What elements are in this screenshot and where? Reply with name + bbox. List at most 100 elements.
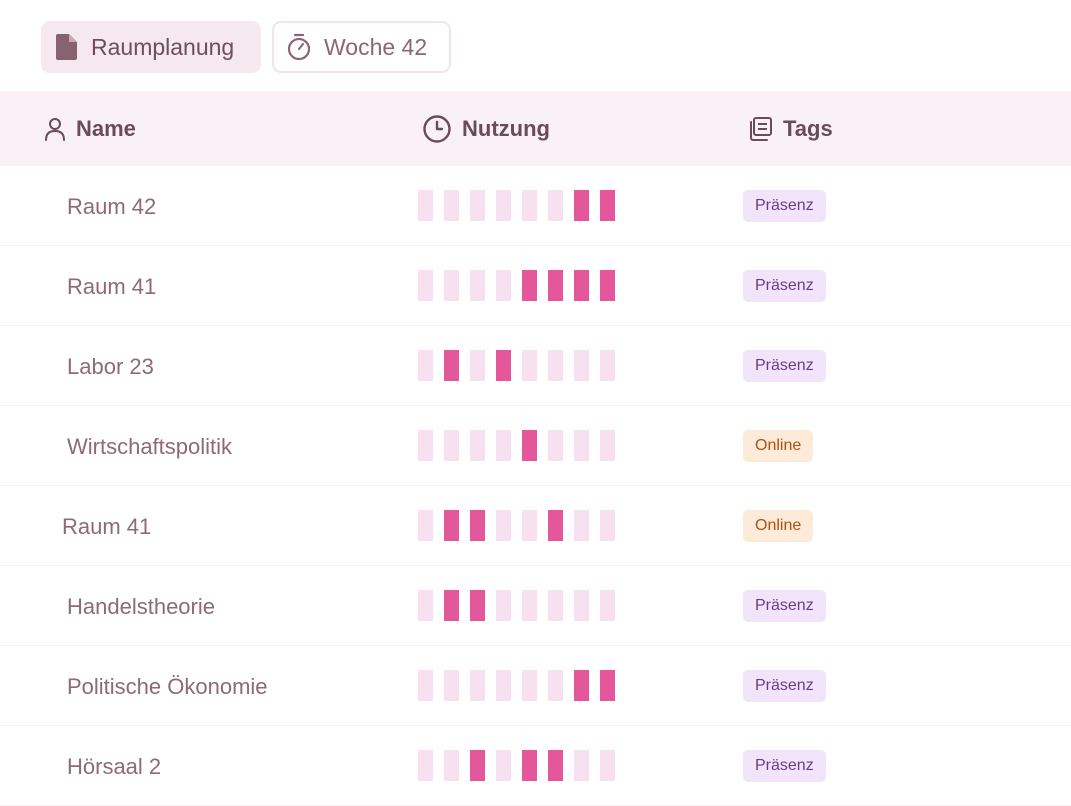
week-chip[interactable]: Woche 42: [272, 21, 451, 73]
row-name: Politische Ökonomie: [67, 674, 268, 699]
table-row[interactable]: Raum 42 Präsenz: [0, 166, 1071, 246]
usage-bars: [418, 750, 615, 781]
usage-slot-inactive: [522, 510, 537, 541]
usage-slot-inactive: [522, 350, 537, 381]
usage-bars: [418, 270, 615, 301]
usage-slot-inactive: [418, 430, 433, 461]
usage-slot-active: [522, 270, 537, 301]
usage-slot-inactive: [574, 510, 589, 541]
usage-slot-active: [470, 750, 485, 781]
tag-badge[interactable]: Online: [743, 430, 814, 462]
document-icon: [55, 33, 79, 61]
usage-slot-active: [444, 350, 459, 381]
tag-badge[interactable]: Präsenz: [743, 190, 826, 222]
usage-slot-active: [600, 270, 615, 301]
table-header: Name Nutzung Tags: [0, 91, 1071, 166]
tags-icon: [747, 116, 773, 142]
usage-slot-inactive: [418, 670, 433, 701]
toolbar: Raumplanung Woche 42: [41, 21, 451, 73]
usage-slot-inactive: [548, 190, 563, 221]
table-row[interactable]: Hörsaal 2 Präsenz: [0, 726, 1071, 806]
usage-slot-inactive: [574, 590, 589, 621]
usage-slot-inactive: [496, 590, 511, 621]
usage-slot-active: [496, 350, 511, 381]
table-row[interactable]: Wirtschaftspolitik Online: [0, 406, 1071, 486]
usage-slot-inactive: [444, 270, 459, 301]
row-name: Raum 41: [62, 514, 152, 539]
usage-slot-inactive: [600, 430, 615, 461]
row-name: Raum 42: [67, 194, 157, 219]
column-header-tags-label: Tags: [783, 115, 833, 141]
table-row[interactable]: Handelstheorie Präsenz: [0, 566, 1071, 646]
row-name: Handelstheorie: [67, 594, 215, 619]
usage-slot-inactive: [418, 750, 433, 781]
usage-slot-inactive: [574, 750, 589, 781]
usage-slot-inactive: [418, 190, 433, 221]
page: Raumplanung Woche 42 Name Nutzung Tags R…: [0, 0, 1071, 806]
row-name: Wirtschaftspolitik: [67, 434, 233, 459]
usage-slot-inactive: [496, 750, 511, 781]
usage-slot-inactive: [444, 750, 459, 781]
tag-badge[interactable]: Online: [743, 510, 814, 542]
usage-slot-inactive: [600, 750, 615, 781]
usage-slot-inactive: [574, 350, 589, 381]
clock-icon: [422, 114, 452, 144]
usage-slot-inactive: [548, 430, 563, 461]
usage-slot-inactive: [600, 510, 615, 541]
table-body: Raum 42 Präsenz Raum 41 Präsenz Labor 23…: [0, 166, 1071, 806]
usage-slot-inactive: [470, 190, 485, 221]
usage-slot-inactive: [418, 270, 433, 301]
stopwatch-icon: [286, 33, 312, 61]
usage-slot-active: [574, 270, 589, 301]
usage-slot-active: [574, 190, 589, 221]
column-header-name[interactable]: Name: [44, 91, 136, 166]
usage-slot-active: [548, 750, 563, 781]
usage-slot-inactive: [522, 670, 537, 701]
usage-bars: [418, 350, 615, 381]
usage-slot-inactive: [496, 510, 511, 541]
usage-slot-inactive: [470, 270, 485, 301]
usage-slot-inactive: [444, 430, 459, 461]
document-chip[interactable]: Raumplanung: [41, 21, 261, 73]
column-header-name-label: Name: [76, 115, 136, 141]
usage-bars: [418, 670, 615, 701]
usage-slot-active: [522, 750, 537, 781]
usage-slot-active: [444, 510, 459, 541]
table-row[interactable]: Raum 41 Online: [0, 486, 1071, 566]
column-header-usage-label: Nutzung: [462, 115, 550, 141]
usage-slot-inactive: [418, 350, 433, 381]
column-header-tags[interactable]: Tags: [747, 91, 833, 166]
usage-slot-active: [470, 590, 485, 621]
usage-slot-inactive: [496, 270, 511, 301]
usage-slot-inactive: [444, 190, 459, 221]
usage-slot-inactive: [548, 670, 563, 701]
table-row[interactable]: Politische Ökonomie Präsenz: [0, 646, 1071, 726]
usage-slot-active: [548, 510, 563, 541]
usage-slot-inactive: [418, 590, 433, 621]
usage-slot-inactive: [418, 510, 433, 541]
usage-slot-inactive: [470, 430, 485, 461]
tag-badge[interactable]: Präsenz: [743, 590, 826, 622]
usage-bars: [418, 590, 615, 621]
tag-badge[interactable]: Präsenz: [743, 750, 826, 782]
tag-badge[interactable]: Präsenz: [743, 270, 826, 302]
usage-slot-inactive: [522, 590, 537, 621]
usage-slot-inactive: [548, 350, 563, 381]
usage-slot-inactive: [522, 190, 537, 221]
column-header-usage[interactable]: Nutzung: [422, 91, 550, 166]
person-icon: [44, 117, 66, 141]
usage-bars: [418, 430, 615, 461]
usage-slot-inactive: [548, 590, 563, 621]
usage-slot-inactive: [470, 670, 485, 701]
table-row[interactable]: Labor 23 Präsenz: [0, 326, 1071, 406]
usage-slot-inactive: [444, 670, 459, 701]
table-row[interactable]: Raum 41 Präsenz: [0, 246, 1071, 326]
tag-badge[interactable]: Präsenz: [743, 670, 826, 702]
usage-slot-inactive: [496, 670, 511, 701]
usage-slot-active: [522, 430, 537, 461]
tag-badge[interactable]: Präsenz: [743, 350, 826, 382]
usage-slot-inactive: [470, 350, 485, 381]
row-name: Hörsaal 2: [67, 754, 162, 779]
usage-slot-active: [548, 270, 563, 301]
usage-slot-inactive: [574, 430, 589, 461]
